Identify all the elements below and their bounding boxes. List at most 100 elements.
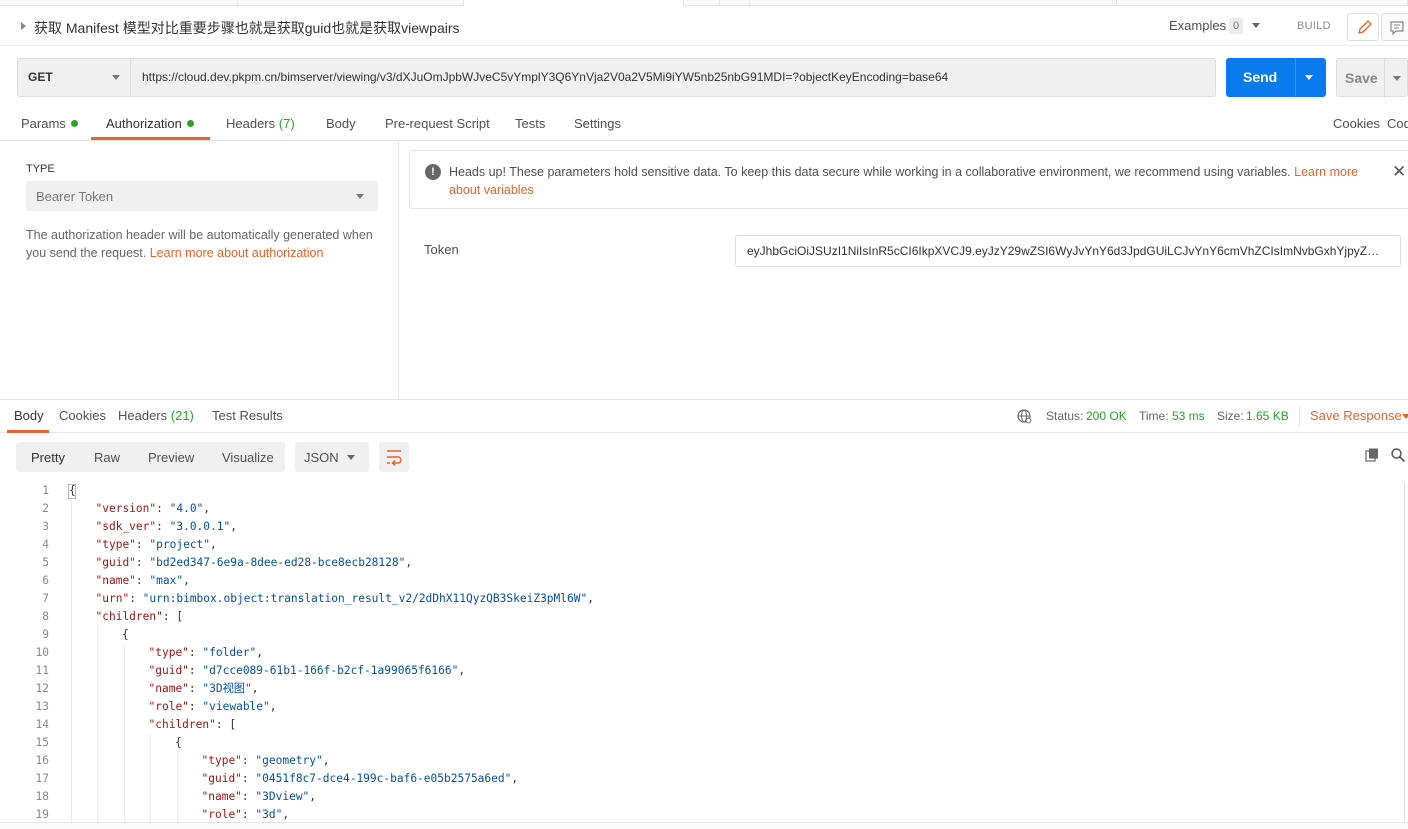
send-button[interactable]: Send xyxy=(1226,58,1326,97)
preview-button[interactable]: Preview xyxy=(148,450,194,465)
line-number: 8 xyxy=(42,610,49,623)
code-text: "children": [ xyxy=(95,610,184,623)
send-label: Send xyxy=(1243,69,1278,85)
code-line: 19 "role": "3d", xyxy=(6,806,1404,822)
edit-pencil-button[interactable] xyxy=(1347,13,1379,41)
line-number: 19 xyxy=(35,808,49,821)
chevron-down-icon[interactable] xyxy=(1252,23,1260,28)
auth-type-value: Bearer Token xyxy=(36,189,114,204)
time-value[interactable]: 53 ms xyxy=(1172,409,1205,423)
code-line: 13 "role": "viewable", xyxy=(6,698,1404,716)
raw-button[interactable]: Raw xyxy=(94,450,120,465)
line-number: 9 xyxy=(42,628,49,641)
url-value[interactable]: https://cloud.dev.pkpm.cn/bimserver/view… xyxy=(142,70,948,84)
scrollbar[interactable] xyxy=(1404,482,1408,822)
code-line: 9{ xyxy=(6,626,1404,644)
tab-headers[interactable]: Headers (7) xyxy=(226,116,295,131)
code-text: "guid": "0451f8c7-dce4-199c-baf6-e05b257… xyxy=(201,772,519,785)
tab-params[interactable]: Params xyxy=(21,116,78,131)
size-label: Size: xyxy=(1217,409,1244,423)
copy-icon[interactable] xyxy=(1364,447,1380,463)
globe-icon[interactable] xyxy=(1016,408,1032,424)
save-response-button[interactable]: Save Response xyxy=(1310,408,1402,423)
auth-type-select[interactable]: Bearer Token xyxy=(26,181,378,211)
format-select[interactable]: JSON xyxy=(295,442,369,472)
tab-response-cookies[interactable]: Cookies xyxy=(59,408,106,423)
examples-dropdown[interactable]: Examples xyxy=(1169,18,1226,33)
active-tab-indicator xyxy=(7,430,49,433)
headers-count: (7) xyxy=(278,116,295,131)
code-line: 7 "urn": "urn:bimbox.object:translation_r… xyxy=(6,590,1404,608)
code-line: 18 "name": "3Dview", xyxy=(6,788,1404,806)
token-value[interactable]: eyJhbGciOiJSUzI1NiIsInR5cCI6IkpXVCJ9.eyJ… xyxy=(747,244,1387,258)
tab-tests[interactable]: Tests xyxy=(515,116,545,131)
tab-response-body[interactable]: Body xyxy=(14,408,44,423)
code-text: "name": "max", xyxy=(95,574,190,587)
response-headers-label: Headers xyxy=(118,408,168,423)
line-number: 1 xyxy=(42,484,49,497)
status-value[interactable]: 200 OK xyxy=(1086,409,1127,423)
status-label: Status: xyxy=(1046,409,1084,423)
learn-more-authorization-link[interactable]: Learn more about authorization xyxy=(150,246,324,260)
tab-response-headers[interactable]: Headers (21) xyxy=(118,408,194,423)
line-number: 16 xyxy=(35,754,49,767)
code-line: 4 "type": "project", xyxy=(6,536,1404,554)
code-line: 8 "children": [ xyxy=(6,608,1404,626)
search-icon[interactable] xyxy=(1390,447,1406,463)
chevron-down-icon[interactable] xyxy=(1402,414,1408,419)
code-line: 1{ xyxy=(6,482,1404,500)
request-title[interactable]: 获取 Manifest 模型对比重要步骤也就是获取guid也就是获取viewpa… xyxy=(34,18,460,38)
code-text: "name": "3D视图", xyxy=(148,682,259,695)
visualize-button[interactable]: Visualize xyxy=(222,450,274,465)
code-line: 5 "guid": "bd2ed347-6e9a-8dee-ed28-bce8ec… xyxy=(6,554,1404,572)
wrap-icon xyxy=(387,450,402,467)
type-label: TYPE xyxy=(26,163,55,175)
code-text: "version": "4.0", xyxy=(95,502,211,515)
tab-headers-label: Headers xyxy=(226,116,276,131)
line-number: 17 xyxy=(35,772,49,785)
line-number: 11 xyxy=(35,664,49,677)
comment-icon xyxy=(1390,21,1404,36)
response-headers-count: (21) xyxy=(170,408,194,423)
http-method-select[interactable]: GET xyxy=(17,58,131,97)
cookies-link[interactable]: Cookies xyxy=(1333,116,1380,131)
auth-type-panel: TYPE Bearer Token The authorization head… xyxy=(6,141,399,399)
line-number: 14 xyxy=(35,718,49,731)
close-icon[interactable]: ✕ xyxy=(1392,162,1406,182)
build-mode-label[interactable]: BUILD xyxy=(1297,20,1331,32)
code-line: 2 "version": "4.0", xyxy=(6,500,1404,518)
line-number: 3 xyxy=(42,520,49,533)
pretty-button[interactable]: Pretty xyxy=(31,450,65,465)
size-value[interactable]: 1.65 KB xyxy=(1246,409,1289,423)
comments-button[interactable] xyxy=(1381,13,1408,41)
learn-more-link[interactable]: Learn more xyxy=(1294,165,1358,179)
response-body-viewer[interactable]: 1{2 "version": "4.0", 3 "sdk_ver": "3.0.0.1… xyxy=(6,482,1404,822)
line-number: 12 xyxy=(35,682,49,695)
code-line: 6 "name": "max", xyxy=(6,572,1404,590)
tab-authorization[interactable]: Authorization xyxy=(106,116,194,131)
code-line: 15 { xyxy=(6,734,1404,752)
tab-body[interactable]: Body xyxy=(326,116,356,131)
save-divider xyxy=(1384,59,1385,98)
expand-caret-icon[interactable] xyxy=(21,22,26,30)
code-link[interactable]: Code xyxy=(1387,116,1408,131)
format-value: JSON xyxy=(304,450,339,465)
tab-prerequest-script[interactable]: Pre-request Script xyxy=(385,116,490,131)
code-text: { xyxy=(175,736,182,749)
about-variables-link[interactable]: about variables xyxy=(449,183,534,197)
status-bar xyxy=(0,822,1408,829)
code-text: "name": "3Dview", xyxy=(201,790,317,803)
chevron-down-icon[interactable] xyxy=(1305,75,1313,80)
auth-description: The authorization header will be automat… xyxy=(26,226,386,262)
chevron-down-icon[interactable] xyxy=(1393,76,1401,81)
url-input[interactable]: https://cloud.dev.pkpm.cn/bimserver/view… xyxy=(131,58,1216,97)
request-title-bar: 获取 Manifest 模型对比重要步骤也就是获取guid也就是获取viewpa… xyxy=(0,6,1408,46)
save-button[interactable]: Save xyxy=(1336,58,1408,98)
tab-test-results[interactable]: Test Results xyxy=(212,408,283,423)
tab-settings[interactable]: Settings xyxy=(574,116,621,131)
token-input[interactable]: eyJhbGciOiJSUzI1NiIsInR5cCI6IkpXVCJ9.eyJ… xyxy=(735,235,1401,267)
code-line: 10 "type": "folder", xyxy=(6,644,1404,662)
code-text: "children": [ xyxy=(148,718,237,731)
wrap-lines-button[interactable] xyxy=(379,442,409,472)
divider xyxy=(1299,406,1300,426)
